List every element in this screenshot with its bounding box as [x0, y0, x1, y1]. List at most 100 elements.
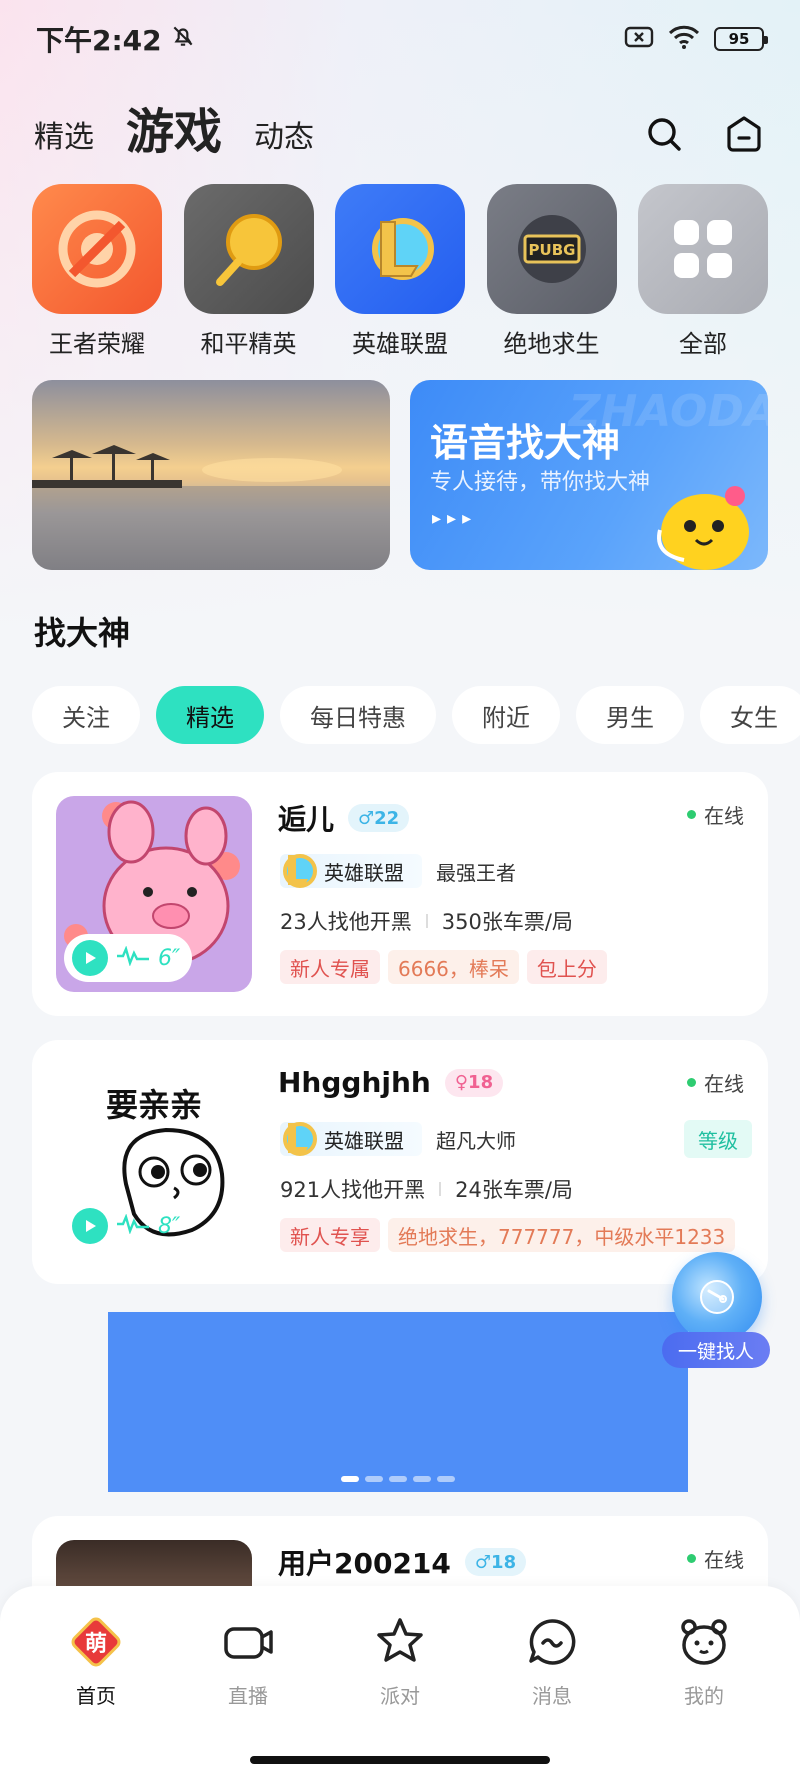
game-item-all[interactable]: 全部: [638, 184, 768, 359]
all-apps-icon: [638, 184, 768, 314]
quick-match-label: 一键找人: [662, 1332, 770, 1368]
top-navigation: 精选 游戏 动态: [34, 92, 766, 162]
carousel-indicator: [108, 1476, 688, 1482]
online-dot: [687, 1554, 696, 1563]
bottom-navigation: 萌 首页 直播 派对 消息 我的: [0, 1586, 800, 1778]
game-item-honor-of-kings[interactable]: 王者荣耀: [32, 184, 162, 359]
level-badge: 等级: [684, 1120, 752, 1158]
chip-female[interactable]: 女生: [700, 686, 800, 744]
tab-featured[interactable]: 精选: [34, 112, 94, 162]
waveform-icon: [116, 945, 150, 970]
age-value: 18: [468, 1072, 494, 1093]
room-icon[interactable]: [722, 112, 766, 156]
honor-of-kings-icon: [32, 184, 162, 314]
nav-home[interactable]: 萌 首页: [41, 1610, 151, 1709]
divider: [425, 914, 428, 928]
game-label: 和平精英: [200, 330, 297, 358]
sunset-banner[interactable]: [32, 380, 390, 570]
player-name: Hhgghjhh: [278, 1066, 431, 1099]
carousel-dot: [413, 1476, 431, 1482]
chip-male[interactable]: 男生: [576, 686, 684, 744]
sticker-text: 要亲亲: [106, 1086, 202, 1124]
game-grid: 王者荣耀 和平精英 英雄联盟 PUBG 绝地求生 全部: [32, 184, 768, 359]
nav-party[interactable]: 派对: [345, 1610, 455, 1709]
ticket-price: 350张车票/局: [441, 910, 573, 934]
game-item-peace-elite[interactable]: 和平精英: [183, 184, 314, 359]
home-indicator: [250, 1756, 550, 1764]
players-count: 23人找他开黑: [280, 910, 412, 934]
age-value: 22: [374, 807, 400, 829]
sunset-photo-image: [32, 445, 390, 570]
peace-elite-icon: [183, 184, 314, 314]
players-count: 921人找他开黑: [280, 1178, 426, 1202]
voice-find-master-banner[interactable]: ZHAODA 语音找大神 专人接待，带你找大神 ▸▸▸: [410, 380, 768, 570]
no-sim-icon: [624, 25, 654, 53]
online-dot: [687, 810, 696, 819]
nav-label: 首页: [76, 1684, 116, 1708]
wifi-icon: [668, 25, 700, 53]
tag-rank-up: 包上分: [526, 950, 607, 984]
tab-moments[interactable]: 动态: [254, 112, 314, 162]
nav-label: 直播: [228, 1684, 268, 1708]
quick-match-button[interactable]: 一键找人: [662, 1252, 770, 1372]
game-label: 王者荣耀: [49, 330, 145, 358]
male-icon: ♂: [474, 1551, 492, 1573]
battery-indicator: 95: [714, 27, 768, 51]
tag-newbie: 新人专享: [280, 1218, 380, 1252]
chip-nearby[interactable]: 附近: [452, 686, 560, 744]
home-icon-text: 萌: [85, 1632, 107, 1657]
online-status: 在线: [687, 1068, 744, 1097]
chip-follow[interactable]: 关注: [32, 686, 140, 744]
avatar: 6″: [56, 796, 252, 992]
nav-label: 派对: [380, 1684, 420, 1708]
profile-bear-icon: [672, 1610, 736, 1674]
game-label: 英雄联盟: [352, 330, 448, 358]
rank-label: 最强王者: [436, 860, 516, 885]
league-of-legends-icon: [283, 1122, 317, 1156]
age-value: 18: [491, 1551, 517, 1573]
game-item-pubg[interactable]: PUBG 绝地求生: [486, 184, 617, 359]
player-card[interactable]: 6″ 逅儿 ♂ 22 在线 英雄联盟 最强王者 23人找他开黑 350张车票/局…: [32, 772, 768, 1016]
chip-featured[interactable]: 精选: [156, 686, 264, 744]
voice-duration: 8″: [158, 1213, 181, 1239]
carousel-dot: [365, 1476, 383, 1482]
online-dot: [687, 1078, 696, 1087]
league-of-legends-icon: [335, 184, 465, 314]
filter-chips: 关注 精选 每日特惠 附近 男生 女生: [32, 686, 800, 744]
carousel-dot: [437, 1476, 455, 1482]
mute-bell-icon: [170, 23, 196, 56]
player-name: 逅儿: [278, 803, 335, 836]
live-camera-icon: [216, 1610, 280, 1674]
female-icon: ♀: [454, 1072, 469, 1093]
search-icon[interactable]: [642, 112, 686, 156]
section-title: 找大神: [34, 614, 131, 652]
nav-profile[interactable]: 我的: [649, 1610, 759, 1709]
carousel-dot: [341, 1476, 359, 1482]
game-item-league-of-legends[interactable]: 英雄联盟: [335, 184, 465, 359]
waveform-icon: [116, 1213, 150, 1238]
avatar: 要亲亲 8″: [56, 1064, 252, 1260]
divider: [439, 1182, 442, 1196]
player-name: 用户200214: [278, 1547, 451, 1580]
game-name: 英雄联盟: [324, 1128, 404, 1153]
ad-banner[interactable]: [108, 1312, 688, 1492]
tab-games[interactable]: 游戏: [126, 92, 222, 162]
voice-intro-button[interactable]: 8″: [64, 1202, 192, 1250]
player-card[interactable]: 要亲亲 8″ Hhgghjhh ♀ 18 在线 等级 英雄联盟 超凡大师 921…: [32, 1040, 768, 1284]
game-name: 英雄联盟: [324, 860, 404, 885]
age-badge: ♂ 22: [348, 804, 410, 832]
rank-label: 超凡大师: [436, 1128, 516, 1153]
nav-live[interactable]: 直播: [193, 1610, 303, 1709]
home-meng-icon: 萌: [64, 1610, 128, 1674]
nav-messages[interactable]: 消息: [497, 1610, 607, 1709]
tag-review: 绝地求生，777777，中级水平1233: [388, 1218, 736, 1252]
banner-subtitle: 专人接待，带你找大神: [430, 470, 651, 495]
message-bubble-icon: [520, 1610, 584, 1674]
male-icon: ♂: [358, 807, 375, 829]
voice-intro-button[interactable]: 6″: [64, 934, 193, 982]
chip-daily-deals[interactable]: 每日特惠: [280, 686, 436, 744]
nav-label: 消息: [532, 1684, 572, 1708]
game-tag: 英雄联盟: [280, 1122, 422, 1156]
nav-label: 我的: [684, 1684, 724, 1708]
status-bar: 下午2:42 95: [0, 0, 800, 78]
